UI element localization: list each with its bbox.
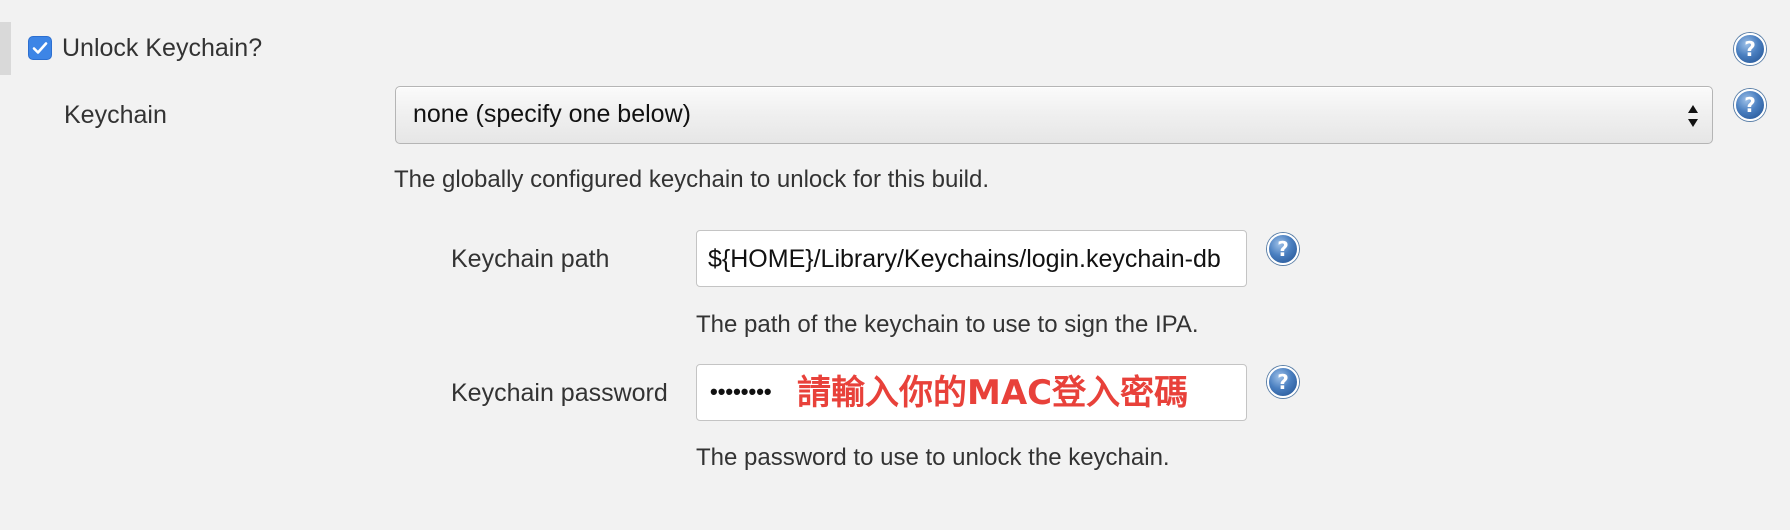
keychain-path-description: The path of the keychain to use to sign … — [696, 311, 1199, 338]
select-arrows-icon — [1688, 105, 1698, 127]
unlock-keychain-label[interactable]: Unlock Keychain? — [62, 33, 262, 63]
keychain-path-label: Keychain path — [451, 245, 610, 273]
help-icon[interactable]: ? — [1734, 33, 1766, 65]
keychain-password-masked-value: •••••••• — [710, 379, 772, 404]
keychain-description: The globally configured keychain to unlo… — [394, 166, 990, 193]
keychain-path-value: ${HOME}/Library/Keychains/login.keychain… — [708, 245, 1221, 273]
help-icon[interactable]: ? — [1267, 366, 1299, 398]
checkmark-icon — [32, 42, 48, 54]
section-indent-bar — [0, 22, 11, 75]
help-icon[interactable]: ? — [1734, 89, 1766, 121]
keychain-select[interactable]: none (specify one below) — [395, 86, 1713, 144]
help-icon[interactable]: ? — [1267, 233, 1299, 265]
keychain-label: Keychain — [64, 101, 167, 129]
keychain-path-input[interactable]: ${HOME}/Library/Keychains/login.keychain… — [696, 230, 1247, 287]
unlock-keychain-checkbox[interactable] — [28, 36, 52, 60]
help-icon-glyph: ? — [1277, 237, 1289, 261]
help-icon-glyph: ? — [1277, 370, 1289, 394]
password-annotation: 請輸入你的MAC登入密碼 — [797, 373, 1189, 413]
keychain-select-value: none (specify one below) — [413, 100, 691, 128]
keychain-password-description: The password to use to unlock the keycha… — [696, 444, 1170, 471]
help-icon-glyph: ? — [1744, 93, 1756, 117]
keychain-password-label: Keychain password — [451, 379, 668, 407]
help-icon-glyph: ? — [1744, 37, 1756, 61]
keychain-password-input[interactable]: •••••••• 請輸入你的MAC登入密碼 — [696, 364, 1247, 421]
